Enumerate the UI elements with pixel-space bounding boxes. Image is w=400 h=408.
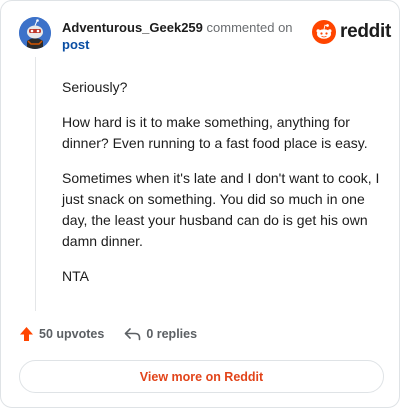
comment-paragraph: Seriously? [62, 79, 128, 95]
reddit-logo[interactable]: reddit [312, 20, 391, 44]
avatar[interactable] [19, 17, 51, 49]
replies-count: 0 replies [146, 327, 198, 341]
embedded-comment-card: Adventurous_Geek259 commented on post re… [0, 0, 400, 408]
comment-paragraph: Sometimes when it's late and I don't wan… [62, 170, 380, 249]
post-link[interactable]: post [62, 36, 302, 53]
view-more-button[interactable]: View more on Reddit [19, 360, 384, 393]
reddit-wordmark: reddit [340, 21, 391, 42]
author-name[interactable]: Adventurous_Geek259 [62, 20, 203, 35]
snoo-avatar-icon [19, 17, 51, 49]
comment-paragraph: NTA [62, 268, 89, 284]
reply-arrow-icon [125, 328, 141, 341]
comment-body: Seriously? How hard is it to make someth… [62, 77, 384, 301]
thread-line [35, 57, 36, 311]
upvotes-count: 50 upvotes [39, 327, 105, 341]
upvote-arrow-icon [20, 327, 33, 341]
reddit-logo-icon [312, 20, 336, 44]
comment-header: Adventurous_Geek259 commented on post [62, 19, 302, 53]
comment-actions: 50 upvotes 0 replies [19, 326, 197, 342]
replies-button[interactable]: 0 replies [124, 327, 197, 341]
comment-paragraph: How hard is it to make something, anythi… [62, 114, 368, 151]
upvote-button[interactable]: 50 upvotes [19, 326, 104, 342]
commented-on-text: commented on [206, 20, 293, 35]
